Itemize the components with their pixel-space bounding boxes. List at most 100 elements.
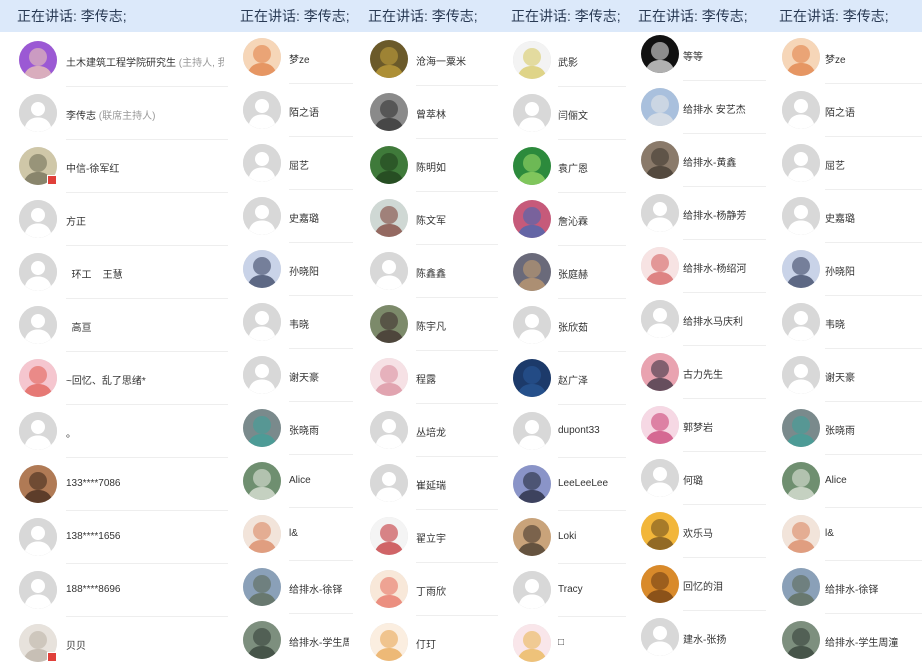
participant-row[interactable]: dupont33 — [498, 405, 626, 458]
participant-row[interactable]: 给排水马庆利 — [626, 293, 766, 346]
avatar — [641, 565, 679, 603]
participant-name: 武影 — [558, 54, 622, 69]
participant-row[interactable]: 133****7086 — [0, 458, 228, 511]
participant-name-text: □ — [558, 637, 565, 648]
participant-row[interactable]: 陌之语 — [766, 84, 922, 137]
participant-name: 陈明如 — [416, 159, 494, 174]
participant-row[interactable]: LeeLeeLee — [498, 458, 626, 511]
participant-row[interactable]: 土木建筑工程学院研究生 (主持人, 我 — [0, 34, 228, 87]
participant-row[interactable]: 环工 王慧 — [0, 246, 228, 299]
participant-row[interactable]: l& — [766, 508, 922, 561]
speaking-now-banner: 正在讲话: 李传志; — [0, 0, 228, 32]
participant-row[interactable]: 陌之语 — [228, 84, 353, 137]
participant-row[interactable]: 给排水-杨静芳 — [626, 187, 766, 240]
participant-row[interactable]: 李传志 (联席主持人) — [0, 87, 228, 140]
participant-row[interactable]: 仃玎 — [353, 616, 498, 663]
participant-row[interactable]: 陈宇凡 — [353, 298, 498, 351]
participant-panel-6: 正在讲话: 李传志; 梦ze 陌之语 屈艺 史嘉璐 孙晓阳 韦晓 谢天豪 张晓雨 Alice l& 给… — [766, 0, 922, 663]
default-avatar-icon — [513, 571, 551, 609]
participant-row[interactable]: 崔延瑞 — [353, 457, 498, 510]
participant-row[interactable]: 给排水-学生周 — [228, 614, 353, 663]
participant-row[interactable]: 孙晓阳 — [228, 243, 353, 296]
participant-row[interactable]: ~回忆、乱了思绪* — [0, 352, 228, 405]
participant-row[interactable]: 梦ze — [228, 31, 353, 84]
participant-name-text: 给排水-黄鑫 — [683, 158, 737, 169]
participant-row[interactable]: 史嘉璐 — [766, 190, 922, 243]
participant-row[interactable]: 沧海一粟米 — [353, 33, 498, 86]
participant-name: 环工 王慧 — [66, 266, 224, 281]
participant-row[interactable]: 武影 — [498, 34, 626, 87]
participant-row[interactable]: 古力先生 — [626, 346, 766, 399]
participant-row[interactable]: 给排水-杨绍河 — [626, 240, 766, 293]
participant-row[interactable]: Alice — [228, 455, 353, 508]
participant-name: 崔延瑞 — [416, 477, 494, 492]
participant-row[interactable]: 丛培龙 — [353, 404, 498, 457]
avatar — [782, 621, 820, 659]
participant-row[interactable]: 梦ze — [766, 31, 922, 84]
participant-name: 孙晓阳 — [825, 263, 918, 278]
participant-row[interactable]: 张晓雨 — [228, 402, 353, 455]
participant-row[interactable]: l& — [228, 508, 353, 561]
participant-row[interactable]: 回忆的泪 — [626, 558, 766, 611]
participant-row[interactable]: 张晓雨 — [766, 402, 922, 455]
participant-row[interactable]: 何璐 — [626, 452, 766, 505]
avatar — [513, 465, 551, 503]
participant-row[interactable]: 张欣茹 — [498, 299, 626, 352]
participant-row[interactable]: 韦晓 — [228, 296, 353, 349]
participant-row[interactable]: 188****8696 — [0, 564, 228, 617]
avatar — [370, 358, 408, 396]
participant-name-text: 给排水马庆利 — [683, 317, 743, 328]
participant-row[interactable]: 等等 — [626, 28, 766, 81]
participant-row[interactable]: 赵广泽 — [498, 352, 626, 405]
participant-row[interactable]: 袁广恩 — [498, 140, 626, 193]
participant-name-text: 李传志 — [66, 111, 96, 122]
participant-row[interactable]: 中信-徐军红 — [0, 140, 228, 193]
participant-name-text: 丛培龙 — [416, 428, 446, 439]
participant-row[interactable]: 给排水 安艺杰 — [626, 81, 766, 134]
participant-row[interactable]: 谢天豪 — [766, 349, 922, 402]
participant-row[interactable]: 张庭赫 — [498, 246, 626, 299]
participant-row[interactable]: Tracy — [498, 564, 626, 617]
participant-name: 陌之语 — [825, 104, 918, 119]
participant-row[interactable]: 方正 — [0, 193, 228, 246]
participant-row[interactable]: 建水-张扬 — [626, 611, 766, 663]
participant-name-text: 建水-张扬 — [683, 635, 727, 646]
participant-row[interactable]: 程露 — [353, 351, 498, 404]
participant-row[interactable]: 给排水-徐铎 — [766, 561, 922, 614]
avatar — [370, 517, 408, 555]
avatar — [641, 141, 679, 179]
participant-row[interactable]: Alice — [766, 455, 922, 508]
participant-row[interactable]: Loki — [498, 511, 626, 564]
participant-row[interactable]: 孙晓阳 — [766, 243, 922, 296]
participant-row[interactable]: 陈文军 — [353, 192, 498, 245]
participant-name: 回忆的泪 — [683, 578, 762, 593]
participant-row[interactable]: 陈鑫鑫 — [353, 245, 498, 298]
participant-row[interactable]: 屈艺 — [228, 137, 353, 190]
participant-row[interactable]: 詹沁霖 — [498, 193, 626, 246]
participant-row[interactable]: 谢天豪 — [228, 349, 353, 402]
participant-row[interactable]: 郭梦岩 — [626, 399, 766, 452]
participant-row[interactable]: 。 — [0, 405, 228, 458]
participant-row[interactable]: 陈明如 — [353, 139, 498, 192]
participant-row[interactable]: 曾萃林 — [353, 86, 498, 139]
participant-name: 陈文军 — [416, 212, 494, 227]
speaking-now-banner: 正在讲话: 李传志; — [228, 0, 353, 32]
participant-name: 孙晓阳 — [289, 263, 349, 278]
participant-name: Alice — [825, 475, 918, 486]
avatar — [19, 465, 57, 503]
participant-row[interactable]: 贝贝 — [0, 617, 228, 663]
participant-row[interactable]: 闫俪文 — [498, 87, 626, 140]
participant-row[interactable]: 给排水-黄鑫 — [626, 134, 766, 187]
participant-row[interactable]: 138****1656 — [0, 511, 228, 564]
participant-row[interactable]: 给排水-学生周潼 — [766, 614, 922, 663]
participant-row[interactable]: 丁雨欣 — [353, 563, 498, 616]
participant-row[interactable]: 史嘉璐 — [228, 190, 353, 243]
participant-row[interactable]: 给排水-徐铎 — [228, 561, 353, 614]
participant-row[interactable]: □ — [498, 617, 626, 663]
participant-row[interactable]: 高亘 — [0, 299, 228, 352]
participant-row[interactable]: 屈艺 — [766, 137, 922, 190]
participant-row[interactable]: 韦晓 — [766, 296, 922, 349]
participant-row[interactable]: 欢乐马 — [626, 505, 766, 558]
participant-row[interactable]: 翟立宇 — [353, 510, 498, 563]
participant-name-text: 陌之语 — [825, 108, 855, 119]
